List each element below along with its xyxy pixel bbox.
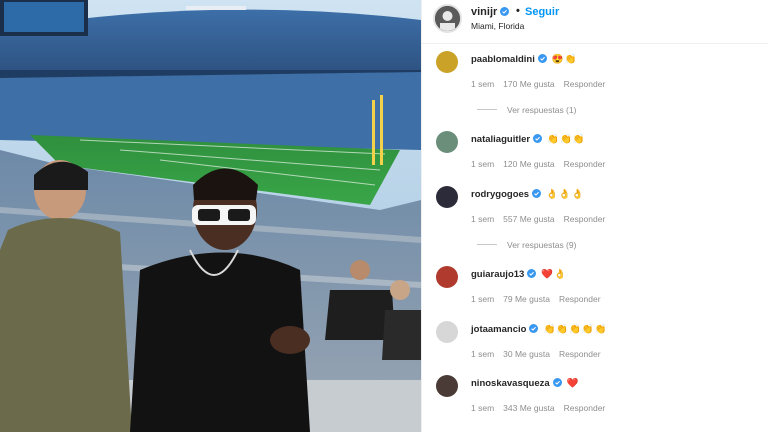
verified-badge-icon — [537, 54, 547, 63]
comment-emoji: 👏👏👏👏👏 — [543, 324, 608, 335]
comment-meta: 1 sem 120 Me gusta Responder — [471, 159, 614, 169]
verified-badge-icon — [552, 378, 562, 387]
comment-time[interactable]: 1 sem — [471, 403, 494, 413]
commenter-username[interactable]: guiaraujo13 — [471, 269, 524, 280]
post-photo[interactable] — [0, 0, 421, 432]
verified-badge-icon — [529, 324, 539, 333]
comment-text: paablomaldini 😍👏 — [471, 54, 578, 65]
comment-text: rodrygogoes 👌👌👌 — [471, 189, 585, 200]
commenter-avatar[interactable] — [436, 51, 458, 73]
comment-likes[interactable]: 557 Me gusta — [503, 214, 555, 224]
comment-time[interactable]: 1 sem — [471, 349, 494, 359]
author-username-text[interactable]: vinijr — [471, 6, 497, 18]
comment-emoji: 👏👏👏 — [547, 134, 586, 145]
commenter-avatar[interactable] — [436, 186, 458, 208]
post-header: vinijr • Seguir Miami, Florida — [422, 0, 768, 44]
comment-meta: 1 sem 343 Me gusta Responder — [471, 403, 614, 413]
comment-emoji: 😍👏 — [551, 54, 578, 65]
commenter-username[interactable]: ninoskavasqueza — [471, 378, 550, 389]
commenter-avatar[interactable] — [436, 321, 458, 343]
view-replies-button[interactable]: Ver respuestas (1) — [477, 105, 576, 115]
verified-badge-icon — [527, 269, 537, 278]
commenter-username[interactable]: jotaamancio — [471, 324, 526, 335]
stadium-photo-illustration — [0, 0, 421, 432]
replies-line — [477, 109, 497, 110]
view-replies-button[interactable]: Ver respuestas (9) — [477, 240, 576, 250]
instagram-post-view: vinijr • Seguir Miami, Florida paablomal… — [0, 0, 768, 432]
view-replies-label[interactable]: Ver respuestas (9) — [507, 240, 576, 250]
verified-badge-icon — [500, 7, 510, 16]
comment-text: ninoskavasqueza ❤️ — [471, 378, 580, 389]
author-username[interactable]: vinijr — [471, 6, 510, 18]
replies-line — [477, 244, 497, 245]
comment-likes[interactable]: 343 Me gusta — [503, 403, 555, 413]
verified-badge-icon — [533, 134, 543, 143]
comment-text: guiaraujo13 ❤️👌 — [471, 269, 567, 280]
header-separator-dot: • — [516, 5, 520, 17]
reply-button[interactable]: Responder — [559, 349, 601, 359]
comment-likes[interactable]: 30 Me gusta — [503, 349, 550, 359]
comment-time[interactable]: 1 sem — [471, 214, 494, 224]
comments-panel: vinijr • Seguir Miami, Florida paablomal… — [421, 0, 768, 432]
comment-meta: 1 sem 30 Me gusta Responder — [471, 349, 610, 359]
comment-meta: 1 sem 79 Me gusta Responder — [471, 294, 610, 304]
commenter-avatar[interactable] — [436, 266, 458, 288]
commenter-username[interactable]: paablomaldini — [471, 54, 535, 65]
follow-button[interactable]: Seguir — [525, 6, 559, 18]
author-avatar-image — [435, 6, 460, 31]
comment-time[interactable]: 1 sem — [471, 79, 494, 89]
comment-likes[interactable]: 79 Me gusta — [503, 294, 550, 304]
comment-meta: 1 sem 170 Me gusta Responder — [471, 79, 614, 89]
comment-text: jotaamancio 👏👏👏👏👏 — [471, 324, 608, 335]
comment-meta: 1 sem 557 Me gusta Responder — [471, 214, 614, 224]
comment-emoji: ❤️ — [566, 378, 580, 389]
author-avatar[interactable] — [433, 4, 462, 33]
reply-button[interactable]: Responder — [559, 294, 601, 304]
comment-likes[interactable]: 170 Me gusta — [503, 79, 555, 89]
comment-time[interactable]: 1 sem — [471, 159, 494, 169]
reply-button[interactable]: Responder — [564, 403, 606, 413]
commenter-avatar[interactable] — [436, 375, 458, 397]
commenter-avatar[interactable] — [436, 131, 458, 153]
verified-badge-icon — [532, 189, 542, 198]
view-replies-label[interactable]: Ver respuestas (1) — [507, 105, 576, 115]
reply-button[interactable]: Responder — [564, 79, 606, 89]
commenter-username[interactable]: rodrygogoes — [471, 189, 529, 200]
post-location[interactable]: Miami, Florida — [471, 21, 524, 31]
comment-emoji: ❤️👌 — [541, 269, 567, 280]
comment-emoji: 👌👌👌 — [546, 189, 585, 200]
commenter-username[interactable]: nataliaguitler — [471, 134, 530, 145]
reply-button[interactable]: Responder — [564, 159, 606, 169]
reply-button[interactable]: Responder — [564, 214, 606, 224]
comment-time[interactable]: 1 sem — [471, 294, 494, 304]
comment-likes[interactable]: 120 Me gusta — [503, 159, 555, 169]
comment-text: nataliaguitler 👏👏👏 — [471, 134, 586, 145]
